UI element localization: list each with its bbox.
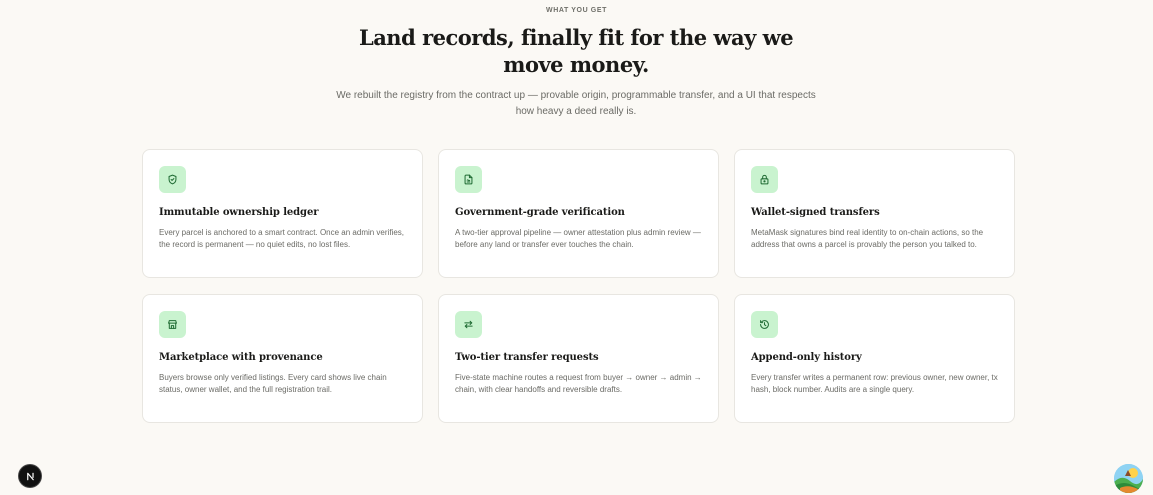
file-signature-icon <box>455 166 482 193</box>
feature-title: Wallet-signed transfers <box>751 207 880 218</box>
feature-card-immutable-ledger: Immutable ownership ledger Every parcel … <box>142 149 423 278</box>
feature-title: Marketplace with provenance <box>159 352 323 363</box>
feature-card-marketplace: Marketplace with provenance Buyers brows… <box>142 294 423 423</box>
nextjs-logo-icon[interactable] <box>19 465 41 487</box>
history-icon <box>751 311 778 338</box>
avatar[interactable] <box>1114 464 1143 493</box>
feature-description: Five-state machine routes a request from… <box>455 373 702 394</box>
feature-description: Every parcel is anchored to a smart cont… <box>159 228 404 249</box>
feature-description: Buyers browse only verified listings. Ev… <box>159 373 387 394</box>
feature-description: MetaMask signatures bind real identity t… <box>751 228 984 249</box>
feature-card-history: Append-only history Every transfer write… <box>734 294 1015 423</box>
feature-title: Append-only history <box>751 352 862 363</box>
feature-card-government-verification: Government-grade verification A two-tier… <box>438 149 719 278</box>
feature-description: Every transfer writes a permanent row: p… <box>751 373 998 394</box>
feature-card-wallet-transfers: Wallet-signed transfers MetaMask signatu… <box>734 149 1015 278</box>
arrows-left-right-icon <box>455 311 482 338</box>
feature-description: A two-tier approval pipeline — owner att… <box>455 228 701 249</box>
feature-title: Immutable ownership ledger <box>159 207 319 218</box>
store-icon <box>159 311 186 338</box>
feature-title: Two-tier transfer requests <box>455 352 599 363</box>
shield-check-icon <box>159 166 186 193</box>
eyebrow: WHAT YOU GET <box>546 7 607 14</box>
feature-card-transfer-requests: Two-tier transfer requests Five-state ma… <box>438 294 719 423</box>
feature-title: Government-grade verification <box>455 207 625 218</box>
page-subtitle: We rebuilt the registry from the contrac… <box>336 90 816 117</box>
page-title: Land records, finally fit for the way we… <box>358 25 794 77</box>
lock-icon <box>751 166 778 193</box>
